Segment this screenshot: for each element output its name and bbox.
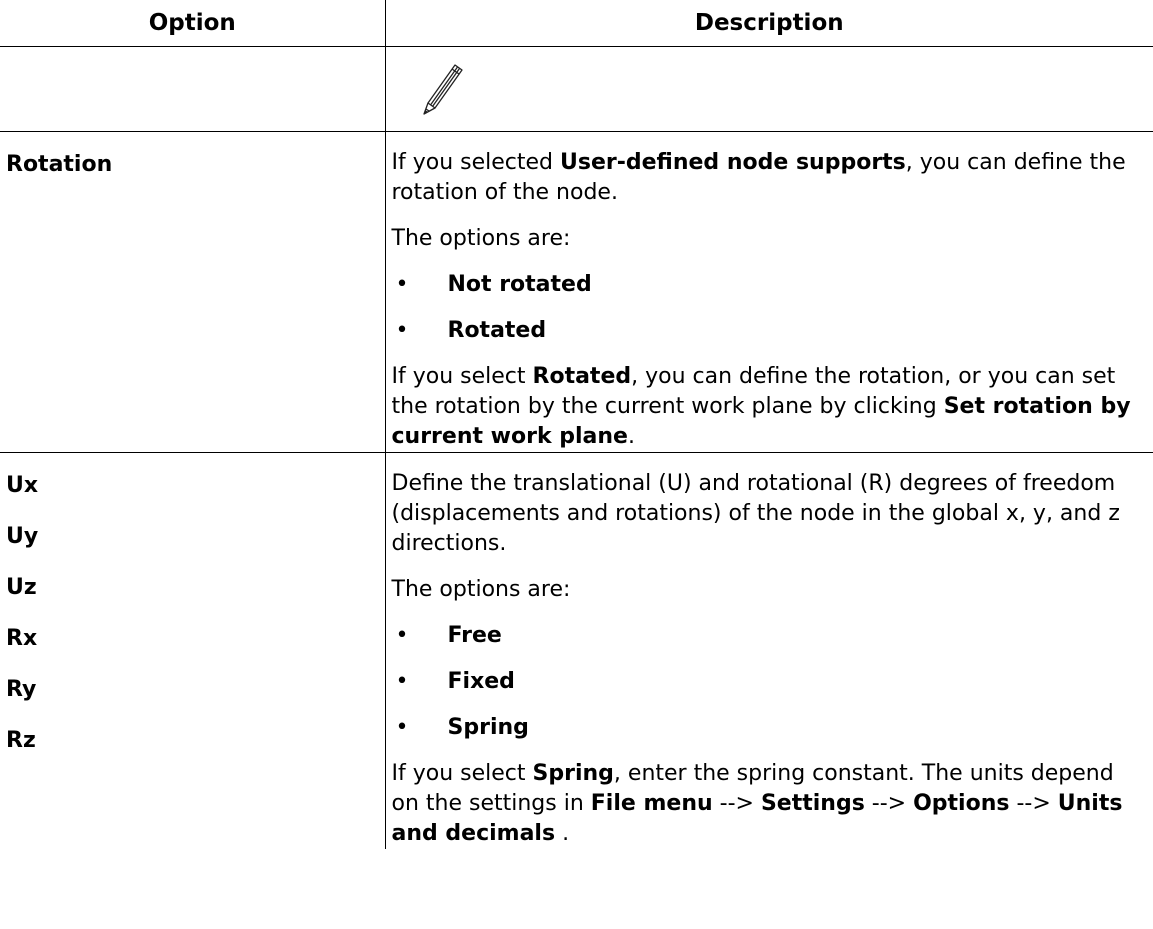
table-row: Ux Uy Uz Rx Ry Rz Define the translation… bbox=[0, 452, 1153, 849]
bullet-glyph: • bbox=[395, 318, 409, 343]
ui-term: File menu bbox=[590, 791, 713, 816]
ui-term: Rotated bbox=[532, 364, 632, 389]
option-rotation: Rotation bbox=[0, 131, 386, 453]
text: . bbox=[555, 821, 570, 846]
bullet-text: Not rotated bbox=[447, 272, 592, 297]
text: --> bbox=[864, 791, 914, 816]
text: . bbox=[627, 424, 635, 449]
option-rz: Rz bbox=[6, 728, 36, 753]
bullet-glyph: • bbox=[395, 669, 409, 694]
bullet-text: Rotated bbox=[447, 318, 547, 343]
header-description: Description bbox=[384, 0, 1153, 47]
option-uz: Uz bbox=[6, 575, 37, 600]
ui-term: Options bbox=[913, 791, 1010, 816]
icon-row-option-cell bbox=[0, 46, 386, 132]
bullet-text: Free bbox=[447, 623, 502, 648]
bullet-glyph: • bbox=[395, 623, 409, 648]
bullet-glyph: • bbox=[395, 715, 409, 740]
table-row: Rotation If you selected User-defined no… bbox=[0, 131, 1153, 453]
rotation-paragraph-1: If you selected User-defined node suppor… bbox=[392, 148, 1148, 208]
text: If you select bbox=[391, 364, 533, 389]
ui-term: Settings bbox=[760, 791, 865, 816]
table-row bbox=[0, 46, 1153, 132]
list-item: • Free bbox=[392, 621, 1148, 651]
rotation-paragraph-2: If you select Rotated, you can define th… bbox=[392, 362, 1148, 452]
pencil-icon bbox=[422, 64, 463, 115]
dof-paragraph-1: Define the translational (U) and rotatio… bbox=[391, 471, 1120, 556]
text: --> bbox=[1009, 791, 1058, 816]
dof-options-cell: Ux Uy Uz Rx Ry Rz bbox=[0, 452, 386, 849]
list-item: • Rotated bbox=[392, 316, 1148, 346]
options-table: Option Description Rotation If you selec… bbox=[0, 0, 1153, 849]
option-ux: Ux bbox=[6, 473, 39, 498]
table-header-row: Option Description bbox=[0, 0, 1153, 47]
icon-row-description-cell bbox=[384, 46, 1153, 132]
header-option: Option bbox=[0, 0, 386, 47]
ui-term: Spring bbox=[532, 761, 614, 786]
ui-term: User-defined node supports bbox=[560, 150, 906, 175]
bullet-text: Spring bbox=[447, 715, 529, 740]
list-item: • Fixed bbox=[392, 667, 1148, 697]
dof-paragraph-2: If you select Spring, enter the spring c… bbox=[392, 759, 1148, 849]
bullet-glyph: • bbox=[395, 272, 409, 297]
dof-options-intro: The options are: bbox=[391, 577, 571, 602]
rotation-description: If you selected User-defined node suppor… bbox=[384, 131, 1153, 453]
dof-description: Define the translational (U) and rotatio… bbox=[384, 452, 1153, 849]
bullet-text: Fixed bbox=[447, 669, 515, 694]
list-item: • Not rotated bbox=[392, 270, 1148, 300]
rotation-options-intro: The options are: bbox=[391, 226, 571, 251]
text: If you select bbox=[391, 761, 533, 786]
option-rx: Rx bbox=[6, 626, 38, 651]
text: If you selected bbox=[391, 150, 561, 175]
option-uy: Uy bbox=[6, 524, 39, 549]
list-item: • Spring bbox=[392, 713, 1148, 743]
option-ry: Ry bbox=[6, 677, 37, 702]
text: --> bbox=[712, 791, 761, 816]
